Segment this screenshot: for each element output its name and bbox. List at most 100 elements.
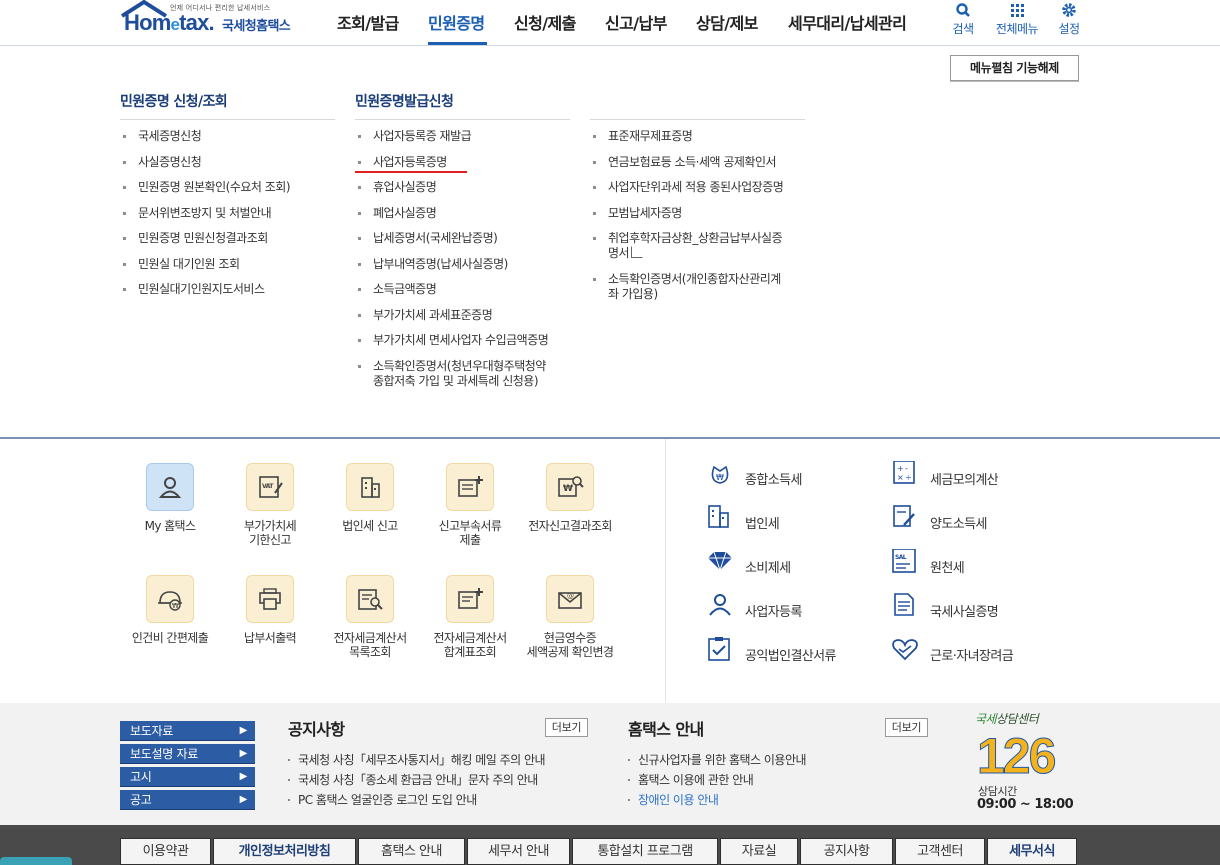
menu-item[interactable]: 사업자등록증 재발급 — [355, 129, 548, 144]
hometax-guide-list: 신규사업자를 위한 홈택스 이용안내 홈택스 이용에 관한 안내 장애인 이용 … — [628, 750, 807, 810]
menu-item[interactable]: 민원실대기인원지도서비스 — [120, 282, 290, 297]
quick-attachment-submit[interactable]: 신고부속서류 제출 — [420, 463, 520, 547]
menu-item[interactable]: 민원증명 민원신청결과조회 — [120, 231, 290, 246]
menu-item[interactable]: 사실증명신청 — [120, 155, 290, 170]
link-business-registration[interactable]: 사업자등록 — [709, 594, 802, 620]
link-earned-child-credit[interactable]: 근로·자녀장려금 — [892, 639, 1014, 664]
menu-item[interactable]: 부가가치세 면세사업자 수입금액증명 — [355, 333, 549, 348]
hometax-guide-title: 홈택스 안내 — [628, 720, 704, 739]
svg-text:+ -: + - — [897, 464, 908, 473]
menu-list-civil-apply: 국세증명신청 사실증명신청 민원증명 원본확인(수요처 조회) 문서위변조방지 … — [120, 129, 291, 297]
notice-item[interactable]: 국세청 사칭「종소세 환급금 안내」문자 주의 안내 — [288, 770, 545, 790]
menu-item-income-cert-youth[interactable]: 소득확인증명서(청년우대형주택청약 종합저축 가입 및 과세특례 신청용) — [355, 359, 548, 389]
nav-lookup-issue[interactable]: 조회/발급 — [337, 10, 399, 34]
menu-list-more: 표준재무제표증명 연금보험료등 소득·세액 공제확인서 사업자단위과세 적용 종… — [590, 129, 784, 302]
calculator-icon: + -× ÷ — [893, 461, 915, 484]
footer-tax-office-guide[interactable]: 세무서 안내 — [467, 838, 570, 865]
divider — [355, 119, 570, 120]
document-search-icon: ₩ — [546, 463, 594, 511]
nav-apply-submit[interactable]: 신청/제출 — [514, 10, 576, 34]
external-link-icon — [631, 246, 644, 258]
svg-text:₩: ₩ — [172, 602, 179, 610]
vat-document-icon: VAT — [246, 463, 294, 511]
menu-item[interactable]: 휴업사실증명 — [355, 180, 548, 195]
category-press-release[interactable]: 보도자료 ▶ — [120, 721, 255, 741]
nav-report-pay[interactable]: 신고/납부 — [605, 10, 667, 34]
category-notification[interactable]: 고시 ▶ — [120, 767, 255, 787]
menu-item[interactable]: 표준재무제표증명 — [590, 129, 783, 144]
link-withholding-tax[interactable]: SAL 원천세 — [892, 549, 965, 576]
menu-item[interactable]: 사업자단위과세 적용 종된사업장증명 — [590, 180, 784, 195]
menu-item[interactable]: 부가가치세 과세표준증명 — [355, 308, 548, 323]
menu-item[interactable]: 폐업사실증명 — [355, 206, 548, 221]
logo-korean: 국세청홈택스 — [222, 19, 291, 34]
quick-cash-receipt-change[interactable]: @ 현금영수증 세액공제 확인변경 — [520, 575, 620, 659]
person-icon — [146, 463, 194, 511]
guide-item[interactable]: 신규사업자를 위한 홈택스 이용안내 — [628, 750, 807, 770]
menu-item[interactable]: 민원실 대기인원 조회 — [120, 257, 290, 272]
footer-notices[interactable]: 공지사항 — [800, 838, 893, 865]
footer-install-program[interactable]: 통합설치 프로그램 — [572, 838, 718, 865]
nav-consult-tip[interactable]: 상담/제보 — [696, 10, 758, 34]
footer-customer-center[interactable]: 고객센터 — [895, 838, 985, 865]
document-icon — [894, 593, 914, 616]
menu-item[interactable]: 납세증명서(국세완납증명) — [355, 231, 548, 246]
quick-labor-cost-submit[interactable]: ₩ 인건비 간편제출 — [120, 575, 220, 645]
menu-item[interactable]: 소득금액증명 — [355, 282, 548, 297]
category-press-explanation[interactable]: 보도설명 자료 ▶ — [120, 744, 255, 764]
footer-tax-forms[interactable]: 세무서식 — [987, 838, 1077, 865]
svg-text:₩: ₩ — [563, 484, 573, 494]
menu-item-income-cert-isa[interactable]: 소득확인증명서(개인종합자산관리계 좌 가입용) — [590, 272, 783, 302]
search-button[interactable]: 검색 — [950, 0, 976, 37]
notice-more-button[interactable]: 더보기 — [545, 718, 588, 737]
menu-item-business-registration-cert[interactable]: 사업자등록증명 — [355, 155, 548, 170]
notice-item[interactable]: PC 홈택스 얼굴인증 로그인 도입 안내 — [288, 790, 545, 810]
link-corporate-tax[interactable]: 법인세 — [708, 505, 780, 532]
quick-payment-slip-print[interactable]: 납부서출력 — [220, 575, 320, 645]
nav-tax-agent[interactable]: 세무대리/납세관리 — [788, 10, 907, 34]
quick-my-hometax[interactable]: My 홈택스 — [120, 463, 220, 533]
link-public-corporation-settlement[interactable]: 공익법인결산서류 — [708, 637, 836, 664]
invoice-search-icon — [346, 575, 394, 623]
hometax-logo[interactable]: 언제 어디서나 편리한 납세서비스 Hometax. 국세청홈택스 — [120, 0, 305, 44]
divider — [120, 119, 335, 120]
building-icon — [708, 505, 729, 528]
floating-tab[interactable] — [0, 857, 72, 865]
menu-item[interactable]: 모범납세자증명 — [590, 206, 783, 221]
nav-civil-certificate[interactable]: 민원증명 — [428, 10, 485, 34]
menu-expand-disable-button[interactable]: 메뉴펼침 기능해제 — [950, 55, 1079, 81]
hometax-guide-more-button[interactable]: 더보기 — [885, 718, 928, 737]
quick-e-filing-result[interactable]: ₩ 전자신고결과조회 — [520, 463, 620, 533]
menu-item[interactable]: 연금보험료등 소득·세액 공제확인서 — [590, 155, 783, 170]
notice-item[interactable]: 국세청 사칭「세무조사통지서」해킹 메일 주의 안내 — [288, 750, 546, 770]
quick-e-invoice-summary[interactable]: 전자세금계산서 합계표조회 — [420, 575, 520, 659]
logo-brand: Hometax. — [124, 10, 215, 35]
link-tax-fact-certificate[interactable]: 국세사실증명 — [894, 593, 999, 620]
footer-privacy-policy[interactable]: 개인정보처리방침 — [213, 838, 356, 865]
footer-hometax-guide[interactable]: 홈택스 안내 — [358, 838, 465, 865]
all-menu-button[interactable]: 전체메뉴 — [992, 0, 1042, 37]
guide-item[interactable]: 홈택스 이용에 관한 안내 — [628, 770, 806, 790]
link-global-income-tax[interactable]: ₩ 종합소득세 — [711, 465, 802, 488]
category-announcement[interactable]: 공고 ▶ — [120, 790, 255, 810]
menu-item[interactable]: 국세증명신청 — [120, 129, 290, 144]
menu-item-student-loan-repayment[interactable]: 취업후학자금상환_상환금납부사실증 명서 — [590, 231, 783, 261]
settings-button[interactable]: 설정 — [1056, 0, 1082, 37]
link-consumption-tax[interactable]: 소비제세 — [708, 551, 791, 576]
link-capital-gains-tax[interactable]: 양도소득세 — [893, 505, 987, 532]
quick-e-invoice-list[interactable]: 전자세금계산서 목록조회 — [320, 575, 420, 659]
guide-item-accessibility[interactable]: 장애인 이용 안내 — [628, 790, 806, 810]
menu-item[interactable]: 민원증명 원본확인(수요처 조회) — [120, 180, 291, 195]
quick-vat-return[interactable]: VAT 부가가치세 기한신고 — [220, 463, 320, 547]
consult-center-126-banner[interactable]: 국세상담센터 126 상담시간 09:00 ~ 18:00 — [975, 710, 1085, 815]
menu-item[interactable]: 납부내역증명(납세사실증명) — [355, 257, 548, 272]
menu-bottom-border — [0, 437, 1220, 439]
footer-terms[interactable]: 이용약관 — [120, 838, 211, 865]
col-civil-apply-lookup-title: 민원증명 신청/조회 — [120, 94, 228, 110]
menu-item[interactable]: 문서위변조방지 및 처벌안내 — [120, 206, 290, 221]
document-plus-icon — [446, 463, 494, 511]
footer-resources[interactable]: 자료실 — [720, 838, 798, 865]
quick-corporate-tax[interactable]: 법인세 신고 — [320, 463, 420, 533]
document-pen-icon — [893, 505, 915, 527]
link-tax-simulation[interactable]: + - × ÷ 세금모의계산 — [893, 461, 999, 488]
